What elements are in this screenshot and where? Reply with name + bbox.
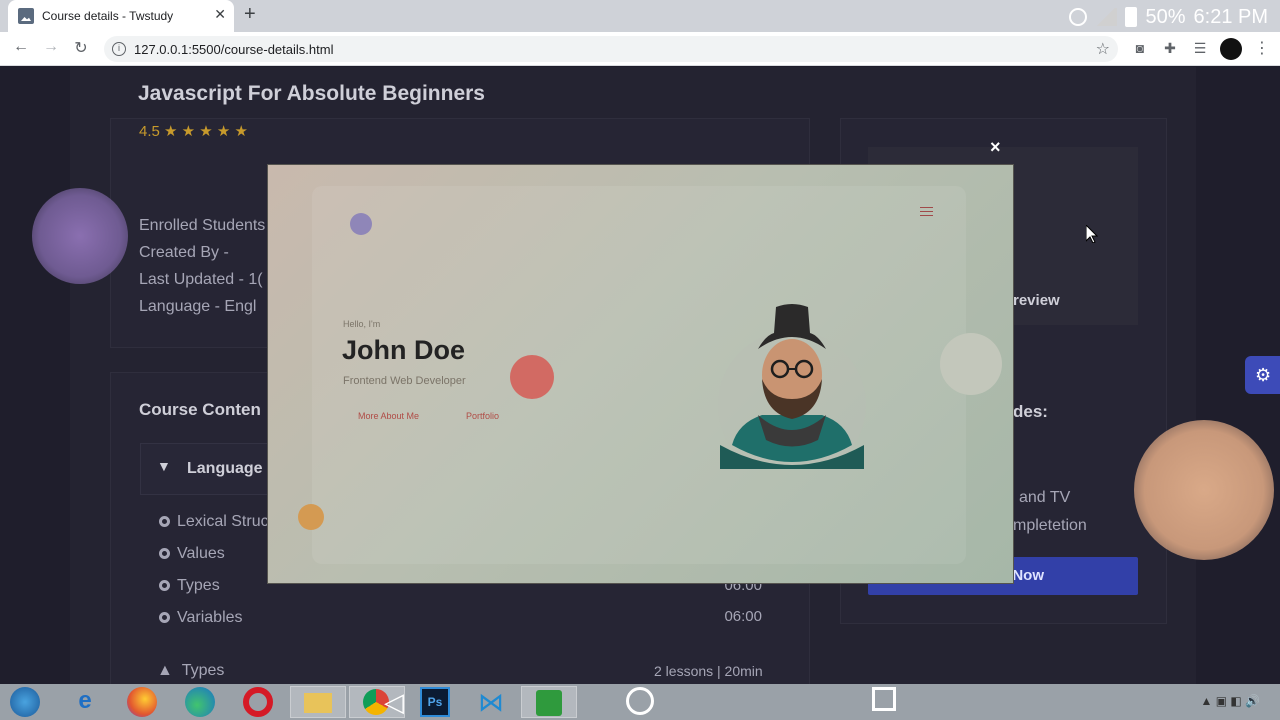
decor-dot (940, 333, 1002, 395)
android-home-icon[interactable] (626, 687, 654, 715)
language-value: Engl (224, 298, 257, 315)
star-rating-icons: ★ ★ ★ ★ ★ (164, 123, 248, 140)
section-types-label: Types (181, 662, 225, 679)
more-menu-icon[interactable]: ⋮ (1254, 38, 1270, 58)
modal-close-icon[interactable]: × (990, 137, 1001, 158)
last-updated: Last Updated - 1( (139, 271, 263, 289)
lesson-item[interactable]: Values (159, 545, 225, 563)
last-updated-value: 1( (248, 271, 263, 288)
play-circle-icon (159, 612, 170, 623)
image-favicon-icon (18, 8, 34, 24)
signal-icon (1095, 8, 1118, 26)
decor-dot (298, 504, 324, 530)
camera-icon[interactable]: ◙ (1132, 40, 1148, 56)
bookmark-star-icon[interactable]: ☆ (1096, 39, 1110, 59)
play-circle-icon (159, 580, 170, 591)
course-title: Javascript For Absolute Beginners (138, 82, 485, 105)
reading-list-icon[interactable]: ☰ (1192, 40, 1208, 56)
status-time: 6:21 PM (1193, 5, 1268, 28)
edge-icon[interactable] (185, 687, 215, 717)
profile-photo (718, 304, 866, 469)
decor-dot (510, 355, 554, 399)
hero-greeting: Hello, I'm (343, 319, 381, 329)
enrolled-students: Enrolled Students (139, 217, 266, 234)
preview-label[interactable]: review (1013, 292, 1060, 309)
lesson-name: Types (177, 577, 220, 594)
decor-blob (1134, 420, 1274, 560)
lesson-name: Variables (177, 609, 243, 626)
last-updated-label: Last Updated - (139, 271, 244, 288)
created-by: Created By - (139, 244, 229, 261)
alarm-icon (1069, 8, 1088, 26)
android-recents-icon[interactable] (872, 687, 896, 711)
address-bar[interactable]: i 127.0.0.1:5500/course-details.html ☆ (104, 36, 1118, 62)
battery-percent: 50% (1145, 5, 1186, 28)
lesson-name: Lexical Struc (177, 513, 269, 530)
status-bar: 50% 6:21 PM (1069, 4, 1268, 30)
info-icon[interactable]: i (112, 42, 126, 56)
lesson-item[interactable]: Variables (159, 609, 243, 627)
more-about-button[interactable]: More About Me (358, 411, 419, 421)
new-tab-icon[interactable]: + (244, 3, 256, 26)
language: Language - Engl (139, 298, 256, 316)
includes-heading: des: (1013, 402, 1048, 421)
camtasia-icon (536, 690, 562, 716)
tab-title: Course details - Twstudy (42, 9, 174, 23)
chevron-down-icon: ▼ (157, 458, 171, 474)
settings-tab[interactable]: ⚙ (1245, 356, 1280, 394)
rating-value: 4.5 (139, 123, 160, 140)
internet-explorer-icon[interactable]: e (70, 687, 100, 717)
chevron-up-icon: ▲ (157, 662, 182, 679)
lesson-item[interactable]: Types (159, 577, 220, 595)
reload-icon[interactable]: ↻ (70, 38, 92, 58)
back-icon[interactable]: ← (10, 38, 32, 56)
battery-icon (1125, 7, 1138, 27)
browser-toolbar: ← → ↻ i 127.0.0.1:5500/course-details.ht… (0, 32, 1280, 66)
course-content-heading: Course Conten (139, 400, 261, 419)
mouse-pointer-icon (1086, 225, 1098, 243)
decor-dot (350, 213, 372, 235)
video-preview-modal: Hello, I'm John Doe Frontend Web Develop… (267, 164, 1014, 584)
system-tray[interactable]: ▲ ▣ ◧ 🔊 (1201, 694, 1261, 708)
decor-blob (32, 188, 128, 284)
hero-role: Frontend Web Developer (343, 375, 466, 387)
section-label: Language (187, 460, 263, 477)
forward-icon[interactable]: → (40, 38, 62, 56)
opera-icon[interactable] (243, 687, 273, 717)
hamburger-menu-icon[interactable] (920, 207, 933, 216)
firefox-icon[interactable] (127, 687, 157, 717)
android-back-icon[interactable]: ◁ (384, 687, 414, 717)
include-item: mpletetion (1013, 517, 1087, 534)
url-text[interactable]: 127.0.0.1:5500/course-details.html (134, 42, 333, 57)
section-types[interactable]: ▲ Types (157, 662, 224, 680)
hero-name: John Doe (342, 335, 466, 365)
close-tab-icon[interactable]: ✕ (214, 6, 226, 23)
profile-avatar[interactable] (1220, 38, 1242, 60)
rating-row: 4.5 ★ ★ ★ ★ ★ (139, 122, 248, 140)
play-circle-icon (159, 516, 170, 527)
enroll-label: Now (1012, 567, 1044, 584)
folder-icon (304, 693, 332, 713)
extensions-icon[interactable]: ✚ (1162, 40, 1178, 56)
section-types-meta: 2 lessons | 20min (654, 663, 763, 679)
lesson-time: 06:00 (724, 608, 762, 625)
portfolio-button[interactable]: Portfolio (466, 411, 499, 421)
gear-icon: ⚙ (1255, 365, 1272, 385)
start-button-icon[interactable] (10, 687, 40, 717)
play-circle-icon (159, 548, 170, 559)
browser-tab-strip: Course details - Twstudy ✕ + 50% 6:21 PM (0, 0, 1280, 32)
camtasia-app[interactable] (521, 686, 577, 718)
browser-tab[interactable]: Course details - Twstudy ✕ (8, 0, 234, 32)
photoshop-icon[interactable]: Ps (420, 687, 450, 717)
language-label: Language - (139, 298, 220, 315)
vscode-icon[interactable]: ⋈ (476, 687, 506, 717)
file-explorer-app[interactable] (290, 686, 346, 718)
lesson-item[interactable]: Lexical Struc (159, 513, 269, 531)
lesson-name: Values (177, 545, 225, 562)
include-item: and TV (1019, 489, 1071, 506)
os-taskbar: e ◁ Ps ⋈ ▲ ▣ ◧ 🔊 (0, 684, 1280, 720)
